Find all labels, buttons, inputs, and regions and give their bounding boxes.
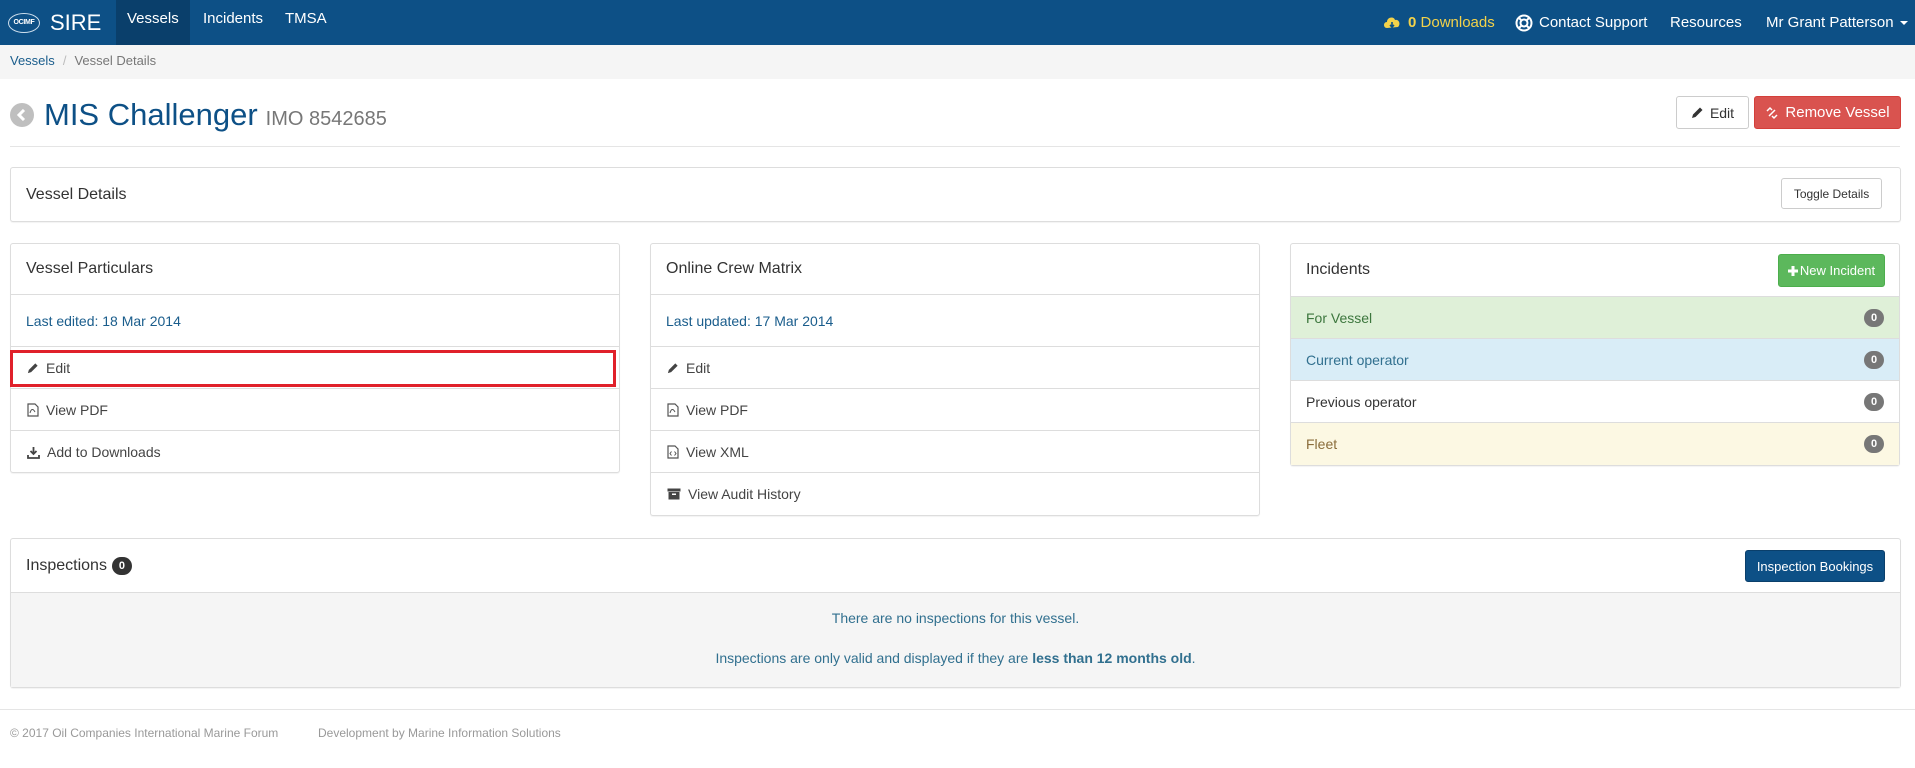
downloads-label: Downloads (1420, 13, 1495, 31)
validity-emphasis: less than 12 months old (1032, 650, 1192, 666)
inspections-panel: Inspections 0 Inspection Bookings There … (10, 538, 1901, 688)
contact-support-label: Contact Support (1539, 13, 1648, 31)
cloud-download-icon (1384, 17, 1400, 28)
crew-matrix-last-updated: Last updated: 17 Mar 2014 (651, 295, 1259, 347)
last-updated-text: Last updated: 17 Mar 2014 (666, 312, 834, 329)
incidents-title: Incidents (1306, 261, 1371, 278)
code-file-icon (667, 444, 679, 459)
particulars-view-pdf-label: View PDF (46, 401, 108, 418)
vessel-imo: IMO 8542685 (265, 107, 387, 130)
incident-row-label: Current operator (1306, 351, 1409, 368)
archive-icon (667, 488, 681, 500)
ocimf-logo: OCIMF (8, 12, 40, 33)
particulars-add-downloads-item[interactable]: Add to Downloads (11, 431, 619, 473)
inspections-validity-text: Inspections are only valid and displayed… (11, 650, 1900, 666)
vessel-details-title: Vessel Details (26, 185, 127, 203)
crew-matrix-heading: Online Crew Matrix (651, 244, 1259, 295)
incident-count-badge: 0 (1864, 435, 1884, 453)
plus-icon (1787, 265, 1798, 276)
caret-down-icon (1899, 20, 1908, 25)
user-menu[interactable]: Mr Grant Patterson (1766, 0, 1909, 45)
validity-suffix: . (1191, 650, 1196, 666)
last-edited-text: Last edited: 18 Mar 2014 (26, 312, 181, 329)
inspections-count-badge: 0 (111, 556, 132, 575)
inspections-body: There are no inspections for this vessel… (11, 593, 1900, 687)
crew-matrix-panel: Online Crew Matrix Last updated: 17 Mar … (650, 243, 1260, 516)
crew-matrix-view-pdf-label: View PDF (686, 401, 748, 418)
inspection-bookings-button[interactable]: Inspection Bookings (1745, 550, 1885, 582)
download-icon (27, 446, 40, 459)
new-incident-button[interactable]: New Incident (1778, 254, 1885, 287)
crew-matrix-audit-history-label: View Audit History (688, 486, 801, 502)
incident-row-fleet[interactable]: Fleet 0 (1291, 423, 1899, 465)
incident-row-label: Previous operator (1306, 393, 1417, 410)
unlink-icon (1766, 106, 1778, 119)
breadcrumb-vessels[interactable]: Vessels (10, 53, 55, 68)
incident-count-badge: 0 (1864, 350, 1884, 369)
pdf-file-icon (27, 402, 39, 417)
no-inspections-text: There are no inspections for this vessel… (831, 610, 1080, 626)
remove-vessel-button[interactable]: Remove Vessel (1754, 96, 1901, 129)
new-incident-label: New Incident (1799, 263, 1876, 278)
inspections-title: Inspections (26, 556, 107, 574)
pencil-icon (1691, 107, 1703, 118)
crew-matrix-edit-label: Edit (686, 359, 711, 376)
toggle-details-label: Toggle Details (1793, 186, 1870, 201)
edit-vessel-label: Edit (1709, 104, 1735, 121)
highlight-box (10, 350, 616, 387)
brand-name: SIRE (50, 9, 102, 35)
footer-copyright: © 2017 Oil Companies International Marin… (10, 726, 279, 740)
incident-row-for-vessel[interactable]: For Vessel 0 (1291, 297, 1899, 339)
breadcrumb-current: Vessel Details (74, 53, 157, 68)
vessel-details-panel: Vessel Details Toggle Details (10, 167, 1901, 222)
crew-matrix-view-xml-label: View XML (686, 443, 749, 460)
vessel-details-heading: Vessel Details (11, 168, 1900, 221)
crew-matrix-view-pdf-item[interactable]: View PDF (651, 389, 1259, 431)
user-name: Mr Grant Patterson (1766, 13, 1894, 31)
remove-vessel-label: Remove Vessel (1785, 104, 1890, 121)
pdf-file-icon (667, 402, 679, 417)
breadcrumb: Vessels / Vessel Details (0, 45, 1915, 79)
crew-matrix-audit-history-item[interactable]: View Audit History (651, 473, 1259, 515)
validity-prefix: Inspections are only valid and displayed… (715, 650, 1033, 666)
incident-row-label: Fleet (1306, 436, 1338, 452)
incident-row-label: For Vessel (1306, 309, 1373, 326)
particulars-add-downloads-label: Add to Downloads (47, 444, 161, 460)
top-navbar: OCIMF SIRE Vessels Incidents TMSA 0 Down… (0, 0, 1915, 45)
edit-vessel-button[interactable]: Edit (1676, 96, 1749, 129)
vessel-particulars-title: Vessel Particulars (26, 260, 154, 277)
inspection-bookings-label: Inspection Bookings (1756, 558, 1874, 574)
lifebuoy-icon (1515, 14, 1533, 31)
nav-resources[interactable]: Resources (1670, 0, 1742, 45)
incident-row-current-operator[interactable]: Current operator 0 (1291, 339, 1899, 381)
crew-matrix-view-xml-item[interactable]: View XML (651, 431, 1259, 473)
nav-tmsa[interactable]: TMSA (274, 0, 338, 45)
incident-row-previous-operator[interactable]: Previous operator 0 (1291, 381, 1899, 423)
particulars-view-pdf-item[interactable]: View PDF (11, 389, 619, 431)
vessel-particulars-heading: Vessel Particulars (11, 244, 619, 295)
vessel-name: MIS Challenger (44, 97, 258, 132)
brand-link[interactable]: OCIMF SIRE (8, 0, 101, 45)
title-divider (10, 146, 1900, 147)
breadcrumb-separator: / (62, 53, 67, 68)
pencil-icon (667, 362, 678, 373)
footer-development[interactable]: Development by Marine Information Soluti… (318, 726, 561, 740)
nav-contact-support[interactable]: Contact Support (1515, 0, 1647, 45)
particulars-last-edited: Last edited: 18 Mar 2014 (11, 295, 619, 347)
page-title-row: MIS Challenger IMO 8542685 (10, 95, 387, 135)
footer-divider (0, 709, 1915, 710)
inspections-heading: Inspections 0 (11, 539, 1900, 593)
crew-matrix-edit-item[interactable]: Edit (651, 347, 1259, 389)
nav-downloads[interactable]: 0 Downloads (1382, 0, 1495, 45)
crew-matrix-title: Online Crew Matrix (666, 260, 803, 277)
incidents-panel: Incidents New Incident For Vessel 0 Curr… (1290, 243, 1900, 466)
back-arrow-icon[interactable] (10, 103, 34, 127)
incident-count-badge: 0 (1864, 308, 1884, 327)
downloads-count: 0 (1408, 13, 1417, 31)
incident-count-badge: 0 (1864, 392, 1884, 411)
nav-incidents[interactable]: Incidents (192, 0, 274, 45)
nav-vessels[interactable]: Vessels (116, 0, 190, 45)
toggle-details-button[interactable]: Toggle Details (1781, 178, 1882, 209)
